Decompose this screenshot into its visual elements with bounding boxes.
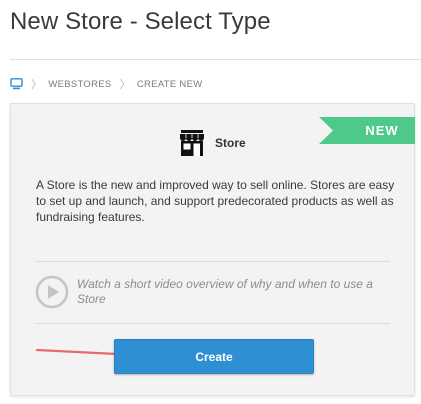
- video-overview-link[interactable]: Watch a short video overview of why and …: [35, 274, 395, 310]
- computer-icon[interactable]: [10, 78, 23, 90]
- new-badge-label: NEW: [365, 123, 399, 138]
- divider: [35, 323, 390, 324]
- store-type-card: NEW Store A Store is the new and improve…: [10, 103, 415, 396]
- page-title: New Store - Select Type: [10, 8, 271, 35]
- breadcrumb: 〉 WEBSTORES 〉 CREATE NEW: [10, 77, 203, 91]
- new-badge: NEW: [319, 117, 415, 144]
- store-description: A Store is the new and improved way to s…: [36, 178, 395, 224]
- play-circle-icon[interactable]: [35, 275, 69, 309]
- breadcrumb-item-webstores[interactable]: WEBSTORES: [48, 79, 111, 90]
- create-button[interactable]: Create: [114, 339, 314, 374]
- video-overview-text[interactable]: Watch a short video overview of why and …: [77, 277, 387, 307]
- title-divider: [10, 59, 421, 60]
- store-type-name: Store: [215, 136, 246, 150]
- breadcrumb-separator: 〉: [31, 79, 43, 91]
- breadcrumb-separator: 〉: [119, 79, 131, 91]
- storefront-icon: [179, 129, 205, 157]
- store-type-header: Store: [179, 128, 246, 158]
- divider: [35, 261, 390, 262]
- breadcrumb-item-create-new: CREATE NEW: [136, 78, 203, 90]
